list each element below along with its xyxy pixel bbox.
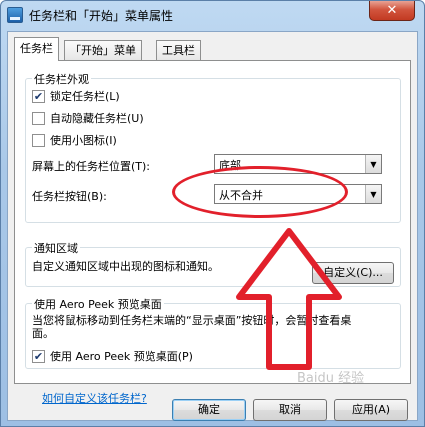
auto-hide-label: 自动隐藏任务栏(U) (50, 112, 144, 125)
dialog-client-area: 任务栏 「开始」菜单 工具栏 任务栏外观 ✔ 锁定任务栏(L) 自动隐藏任务栏(… (7, 31, 418, 421)
aero-peek-group-title: 使用 Aero Peek 预览桌面 (32, 296, 164, 312)
small-icons-checkbox[interactable] (32, 133, 45, 147)
tab-start-menu[interactable]: 「开始」菜单 (64, 40, 142, 60)
lock-taskbar-label: 锁定任务栏(L) (50, 90, 120, 103)
lock-taskbar-option[interactable]: ✔ 锁定任务栏(L) (32, 88, 120, 104)
tab-taskbar[interactable]: 任务栏 (14, 37, 59, 61)
title-bar[interactable]: 任务栏和「开始」菜单属性 ✕ (1, 1, 424, 31)
buttons-label: 任务栏按钮(B): (32, 190, 107, 203)
taskbar-tab-panel: 任务栏外观 ✔ 锁定任务栏(L) 自动隐藏任务栏(U) 使用小图标(I) 屏幕上… (14, 60, 411, 405)
annotation-up-arrow (236, 228, 342, 370)
appearance-group-title: 任务栏外观 (32, 71, 91, 87)
taskbar-properties-window: 任务栏和「开始」菜单属性 ✕ 任务栏 「开始」菜单 工具栏 任务栏外观 ✔ 锁定… (0, 0, 425, 427)
aero-peek-checkbox[interactable]: ✔ (32, 349, 45, 363)
apply-button[interactable]: 应用(A) (334, 399, 408, 421)
notification-description: 自定义通知区域中出现的图标和通知。 (32, 260, 219, 273)
close-icon: ✕ (386, 3, 398, 18)
ok-button[interactable]: 确定 (172, 399, 246, 421)
tab-start-menu-label: 「开始」菜单 (70, 44, 136, 57)
tab-taskbar-label: 任务栏 (20, 42, 53, 55)
dropdown-arrow-icon: ▼ (365, 155, 381, 173)
small-icons-option[interactable]: 使用小图标(I) (32, 132, 117, 148)
app-icon (7, 7, 23, 23)
dropdown-arrow-icon: ▼ (365, 185, 381, 203)
lock-taskbar-checkbox[interactable]: ✔ (32, 89, 45, 103)
help-link[interactable]: 如何自定义该任务栏? (42, 390, 147, 406)
auto-hide-option[interactable]: 自动隐藏任务栏(U) (32, 110, 144, 126)
auto-hide-checkbox[interactable] (32, 111, 45, 125)
watermark: Baidu 经验 (297, 371, 365, 386)
tab-toolbars[interactable]: 工具栏 (156, 40, 201, 60)
tab-toolbars-label: 工具栏 (162, 44, 195, 57)
aero-peek-label: 使用 Aero Peek 预览桌面(P) (50, 350, 193, 363)
cancel-button[interactable]: 取消 (253, 399, 327, 421)
annotation-highlight-ellipse (172, 166, 348, 218)
small-icons-label: 使用小图标(I) (50, 134, 117, 147)
close-button[interactable]: ✕ (369, 1, 415, 21)
aero-peek-option[interactable]: ✔ 使用 Aero Peek 预览桌面(P) (32, 348, 193, 364)
window-title: 任务栏和「开始」菜单属性 (29, 9, 174, 23)
position-label: 屏幕上的任务栏位置(T): (32, 160, 151, 173)
notification-group-title: 通知区域 (32, 240, 80, 256)
